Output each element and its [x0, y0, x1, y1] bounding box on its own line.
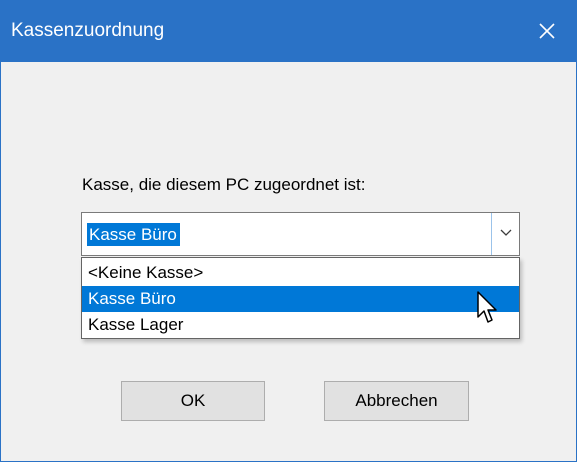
cancel-button[interactable]: Abbrechen	[324, 381, 469, 421]
close-icon	[539, 23, 555, 39]
title-bar[interactable]: Kassenzuordnung	[1, 0, 577, 62]
window-title: Kassenzuordnung	[11, 20, 165, 41]
dropdown-option-kasse-buero[interactable]: Kasse Büro	[82, 286, 519, 312]
dropdown-option-kasse-lager[interactable]: Kasse Lager	[82, 312, 519, 338]
chevron-down-icon	[500, 229, 512, 236]
kasse-combobox[interactable]: Kasse Büro	[81, 212, 520, 256]
dialog-window: Kassenzuordnung Kasse, die diesem PC zug…	[0, 0, 577, 462]
combobox-selected-value[interactable]: Kasse Büro	[87, 223, 180, 246]
close-button[interactable]	[530, 14, 564, 48]
mouse-pointer-icon	[477, 291, 497, 323]
ok-button[interactable]: OK	[121, 381, 265, 421]
combobox-dropdown-button[interactable]	[491, 213, 519, 255]
kasse-label: Kasse, die diesem PC zugeordnet ist:	[82, 175, 366, 194]
dropdown-option-keine-kasse[interactable]: <Keine Kasse>	[82, 260, 519, 286]
combobox-dropdown-list: <Keine Kasse> Kasse Büro Kasse Lager	[81, 257, 520, 339]
